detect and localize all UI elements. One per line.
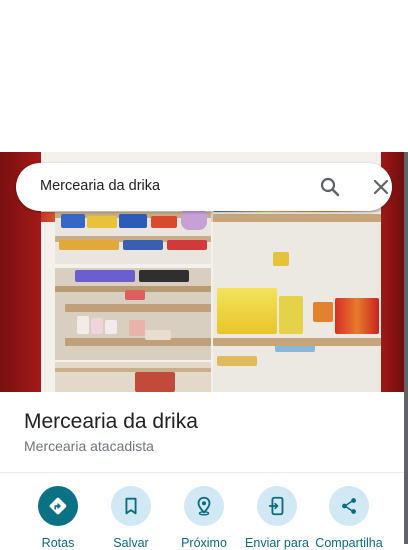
share-button[interactable]: Compartilha [313,486,385,550]
map-blank-area [0,0,408,152]
nearby-label: Próximo [181,536,227,550]
directions-label: Rotas [41,536,75,550]
divider [0,472,404,473]
place-name: Mercearia da drika [24,410,198,433]
search-box[interactable]: Mercearia da drika [16,163,392,211]
place-category: Mercearia atacadista [24,438,154,454]
directions-button[interactable]: Rotas [22,486,94,550]
close-icon[interactable] [369,175,393,199]
shelf-photo-2 [55,268,211,360]
nearby-button[interactable]: Próximo [168,486,240,550]
share-label: Compartilha [315,536,383,550]
bookmark-icon [111,486,151,526]
scrollbar[interactable] [404,152,408,544]
shelf-photo-4 [213,192,381,392]
nearby-icon [184,486,224,526]
search-input[interactable]: Mercearia da drika [40,178,160,194]
directions-icon [38,486,78,526]
place-panel: Mercearia da drika Mercearia atacadista … [0,392,404,550]
save-button[interactable]: Salvar [95,486,167,550]
send-to-phone-button[interactable]: Enviar para [241,486,313,550]
send-to-phone-icon [257,486,297,526]
send-to-phone-label: Enviar para [245,536,309,550]
share-icon [329,486,369,526]
search-icon[interactable] [318,175,342,199]
shelf-photo-3 [55,362,211,392]
save-label: Salvar [113,536,149,550]
